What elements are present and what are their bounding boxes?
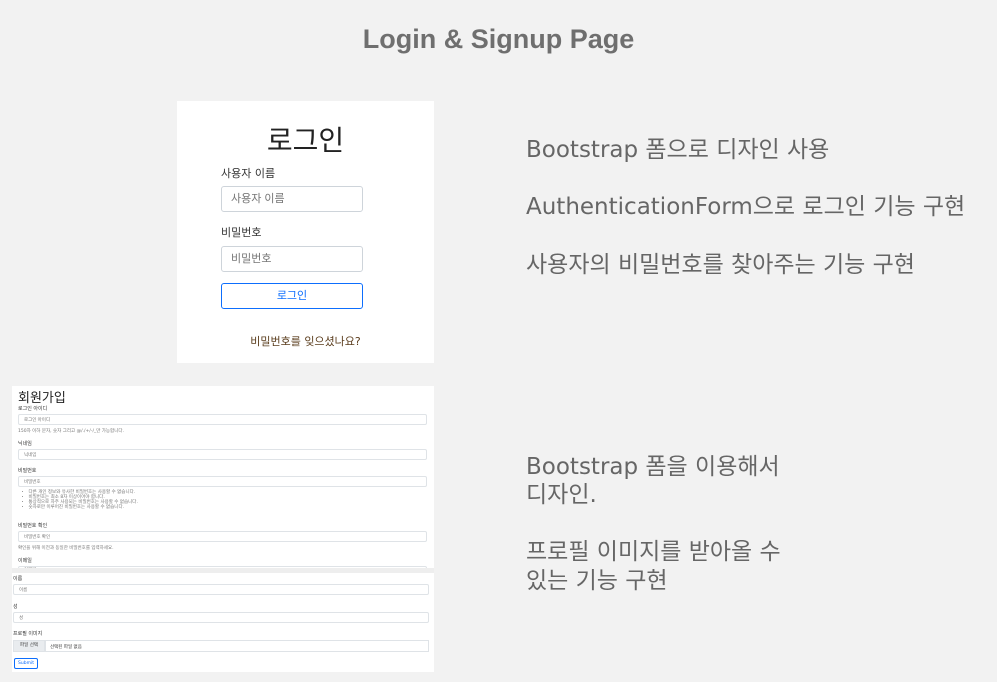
password-confirm-label: 비밀번호 확인 [18,523,48,529]
username-input[interactable] [221,186,363,212]
login-heading: 로그인 [266,124,345,157]
password-rule: 숫자로만 이루어진 비밀번호는 사용할 수 없습니다. [22,505,138,510]
last-name-label: 성 [13,604,18,610]
signup-heading: 회원가입 [18,391,66,406]
forgot-password-link[interactable]: 비밀번호를 잊으셨나요? [177,333,434,349]
file-select-button[interactable]: 파일 선택 [13,640,45,652]
username-label: 사용자 이름 [221,167,276,180]
login-button[interactable]: 로그인 [221,283,363,309]
password-rules: 다른 개인 정보와 유사한 비밀번호는 사용할 수 없습니다. 비밀번호는 최소… [22,490,138,510]
password-input[interactable] [221,246,363,272]
login-id-input[interactable] [18,414,427,425]
login-id-label: 로그인 아이디 [18,406,48,412]
signup-desc-bootstrap-line1: Bootstrap 폼을 이용해서 [526,454,780,480]
last-name-input[interactable] [13,612,429,623]
password-label: 비밀번호 [221,226,262,239]
signup-form: 회원가입 로그인 아이디 150자 이하 문자, 숫자 그리고 @/./+/-/… [12,386,434,672]
first-name-label: 이름 [13,576,23,582]
screenshot-seam [12,568,434,573]
signup-desc-bootstrap-line2: 디자인. [526,482,597,508]
signup-desc-profile-line1: 프로필 이미지를 받아올 수 [526,539,781,565]
signup-password-label: 비밀번호 [18,468,37,474]
nickname-label: 닉네임 [18,441,32,447]
signup-desc-profile-line2: 있는 기능 구현 [526,568,668,594]
password-confirm-help: 확인을 위해 이전과 동일한 비밀번호를 입력하세요. [18,546,114,551]
first-name-input[interactable] [13,584,429,595]
profile-image-label: 프로필 이미지 [13,631,43,637]
email-label: 이메일 [18,558,32,564]
login-desc-bootstrap: Bootstrap 폼으로 디자인 사용 [526,137,830,163]
password-confirm-input[interactable] [18,531,427,542]
page-title: Login & Signup Page [362,24,635,54]
login-desc-password: 사용자의 비밀번호를 찾아주는 기능 구현 [526,252,915,278]
file-status: 선택된 파일 없음 [45,640,429,652]
nickname-input[interactable] [18,449,427,460]
login-id-help: 150자 이하 문자, 숫자 그리고 @/./+/-/_만 가능합니다. [18,429,124,434]
login-desc-authform: AuthenticationForm으로 로그인 기능 구현 [526,194,966,220]
submit-button[interactable]: Submit [14,658,38,669]
signup-password-input[interactable] [18,476,427,487]
login-card: 로그인 사용자 이름 비밀번호 로그인 비밀번호를 잊으셨나요? [177,101,434,363]
